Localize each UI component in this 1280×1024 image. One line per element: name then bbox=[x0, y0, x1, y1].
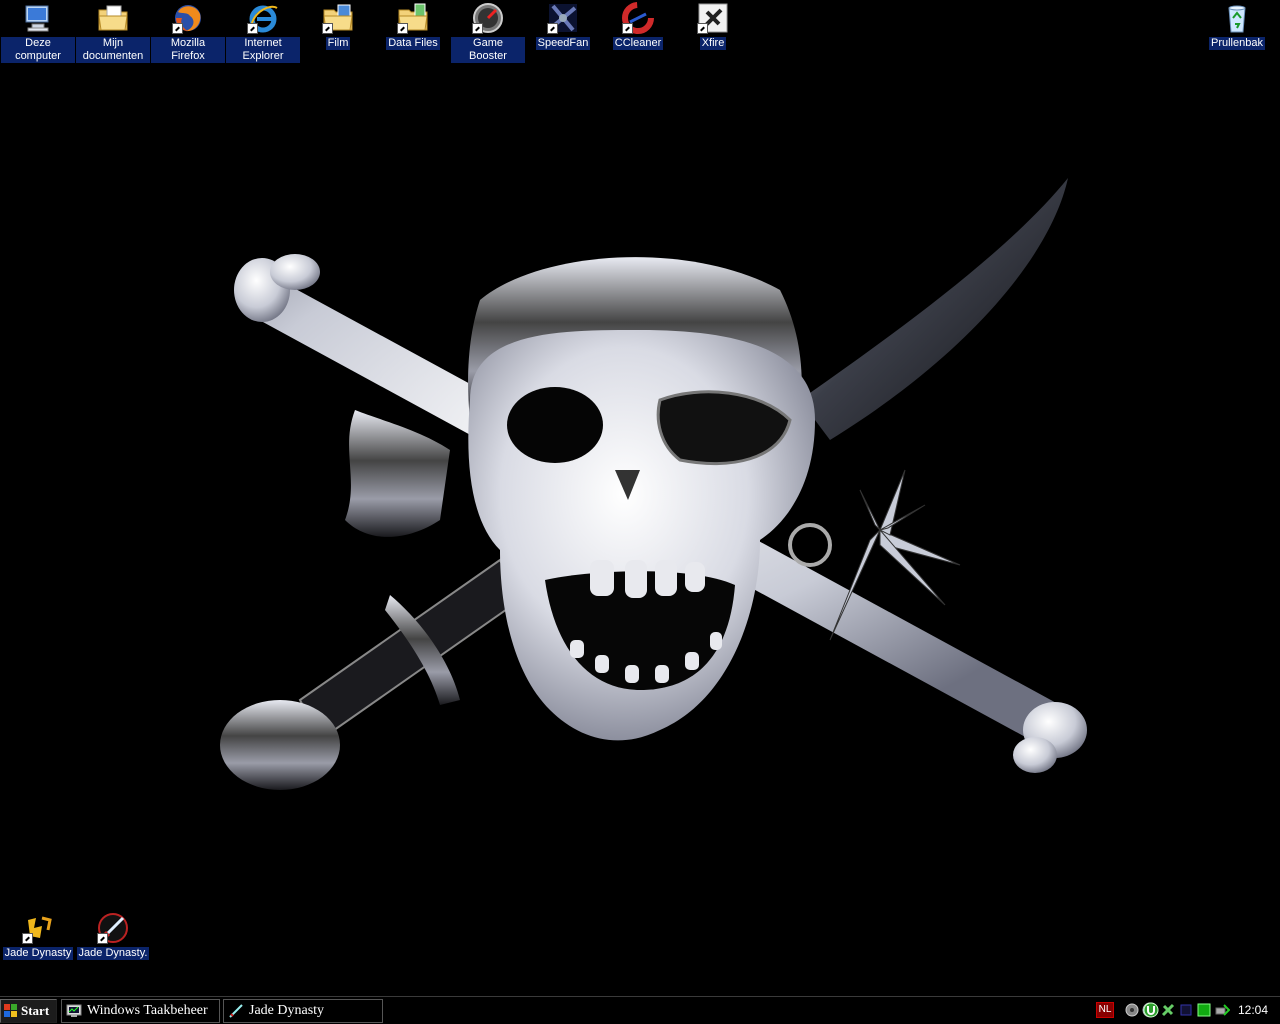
shortcut-arrow-icon bbox=[97, 933, 108, 944]
desktop-icon-my-computer[interactable]: Deze computer bbox=[1, 2, 75, 63]
desktop-icon-label: Game Booster bbox=[451, 37, 525, 63]
desktop-icon-ccleaner[interactable]: CCleaner bbox=[601, 2, 675, 50]
start-label: Start bbox=[21, 1003, 50, 1018]
shortcut-arrow-icon bbox=[547, 23, 558, 34]
desktop-icon-label: SpeedFan bbox=[535, 37, 591, 50]
desktop-icon-label: Prullenbak bbox=[1209, 37, 1265, 50]
shortcut-arrow-icon bbox=[247, 23, 258, 34]
taskbar: Start Windows Taakbeheer Jade Dynasty NL… bbox=[0, 996, 1280, 1024]
desktop-icon-xfire[interactable]: Xfire bbox=[676, 2, 750, 50]
start-button[interactable]: Start bbox=[0, 999, 57, 1023]
desktop-icon-label: Internet Explorer bbox=[226, 37, 300, 63]
safely-remove-icon[interactable] bbox=[1214, 1002, 1230, 1018]
shortcut-arrow-icon bbox=[22, 933, 33, 944]
language-indicator[interactable]: NL bbox=[1096, 1002, 1114, 1018]
xfire-tray-icon[interactable] bbox=[1160, 1002, 1176, 1018]
windows-flag-icon bbox=[4, 1004, 17, 1017]
my-computer-icon bbox=[25, 5, 49, 32]
desktop-icon-label: Mijn documenten bbox=[76, 37, 150, 63]
desktop-icon-label: CCleaner bbox=[612, 37, 664, 50]
utorrent-icon[interactable] bbox=[1143, 1002, 1159, 1018]
taskbar-button-jade-dynasty[interactable]: Jade Dynasty bbox=[223, 999, 383, 1023]
desktop-icon-game-booster[interactable]: Game Booster bbox=[451, 2, 525, 63]
monitor-icon[interactable] bbox=[1178, 1002, 1194, 1018]
desktop-icon-label: Film bbox=[325, 37, 351, 50]
recycle-bin-icon bbox=[1228, 5, 1246, 33]
shortcut-arrow-icon bbox=[322, 23, 333, 34]
desktop[interactable]: Deze computer Mijn documenten Mozilla Fire… bbox=[0, 0, 1280, 996]
desktop-icon-jade-dynasty-sword[interactable]: Jade Dynasty. bbox=[76, 912, 150, 960]
taskbar-button-task-manager[interactable]: Windows Taakbeheer bbox=[61, 999, 220, 1023]
desktop-icon-internet-explorer[interactable]: Internet Explorer bbox=[226, 2, 300, 63]
speaker-icon[interactable] bbox=[1124, 1002, 1140, 1018]
desktop-icon-label: Data Files bbox=[386, 37, 440, 50]
desktop-icon-firefox[interactable]: Mozilla Firefox bbox=[151, 2, 225, 63]
desktop-icon-label: Deze computer bbox=[1, 37, 75, 63]
clock[interactable]: 12:04 bbox=[1238, 1002, 1268, 1018]
desktop-icon-my-documents-folder[interactable]: Mijn documenten bbox=[76, 2, 150, 63]
desktop-icon-label: Jade Dynasty bbox=[2, 947, 74, 960]
desktop-icon-folder-data[interactable]: Data Files bbox=[376, 2, 450, 50]
desktop-icon-label: Xfire bbox=[699, 37, 727, 50]
desktop-icon-jade-dynasty[interactable]: Jade Dynasty bbox=[1, 912, 75, 960]
desktop-icon-folder-film[interactable]: Film bbox=[301, 2, 375, 50]
shortcut-arrow-icon bbox=[697, 23, 708, 34]
desktop-icon-label: Mozilla Firefox bbox=[151, 37, 225, 63]
task-label: Jade Dynasty bbox=[249, 1003, 325, 1018]
desktop-icon-speedfan[interactable]: SpeedFan bbox=[526, 2, 600, 50]
shortcut-arrow-icon bbox=[172, 23, 183, 34]
my-documents-folder-icon bbox=[98, 5, 128, 31]
shortcut-arrow-icon bbox=[397, 23, 408, 34]
green-status-icon[interactable] bbox=[1196, 1002, 1212, 1018]
pirate-skull-wallpaper bbox=[220, 178, 1087, 790]
desktop-icon-label: Jade Dynasty. bbox=[76, 947, 150, 960]
task-manager-icon bbox=[66, 1004, 82, 1017]
shortcut-arrow-icon bbox=[472, 23, 483, 34]
desktop-icon-recycle-bin[interactable]: Prullenbak bbox=[1200, 2, 1274, 50]
task-label: Windows Taakbeheer bbox=[87, 1003, 208, 1018]
jade-dynasty-task-icon bbox=[229, 1004, 243, 1018]
shortcut-arrow-icon bbox=[622, 23, 633, 34]
